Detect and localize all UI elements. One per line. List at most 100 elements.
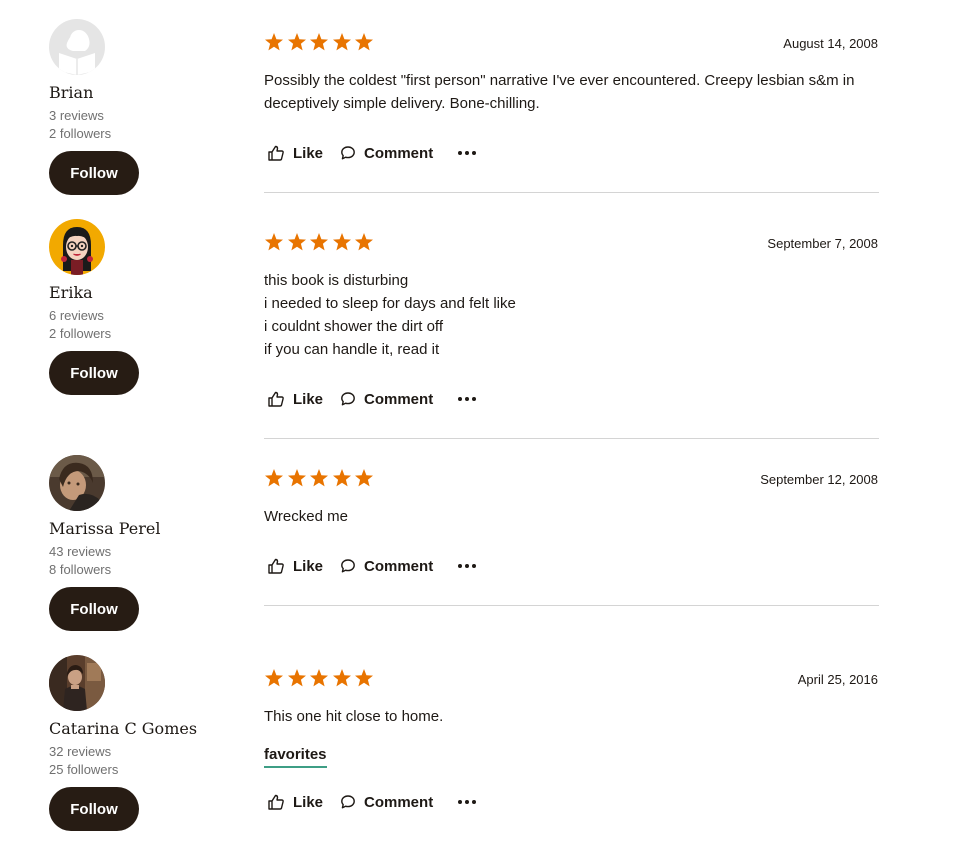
photo-avatar-icon	[49, 655, 105, 711]
like-button[interactable]: Like	[267, 390, 323, 408]
comment-label: Comment	[364, 390, 434, 408]
star-icon	[332, 468, 353, 488]
reviewer-review-count: 43 reviews	[49, 544, 112, 559]
review-date[interactable]: April 25, 2016	[798, 672, 878, 687]
reviewer-avatar[interactable]	[49, 219, 105, 275]
star-icon	[332, 668, 353, 688]
like-button[interactable]: Like	[267, 793, 323, 811]
reviewer-follower-count: 8 followers	[49, 562, 112, 577]
thumbs-up-icon	[268, 558, 284, 574]
star-icon	[354, 32, 375, 52]
follow-button[interactable]: Follow	[49, 787, 139, 831]
review-text: Possibly the coldest "first person" narr…	[264, 69, 879, 115]
more-options-button[interactable]	[457, 396, 477, 402]
photo-avatar-icon	[49, 455, 105, 511]
review-text-line: if you can handle it, read it	[264, 341, 440, 358]
review-text-line: This one hit close to home.	[264, 708, 444, 725]
like-label: Like	[293, 390, 324, 408]
like-button[interactable]: Like	[267, 557, 323, 575]
comment-button[interactable]: Comment	[340, 145, 433, 162]
comment-button[interactable]: Comment	[340, 391, 433, 408]
review-text: Wrecked me	[264, 505, 879, 528]
comment-icon	[341, 795, 355, 809]
review-text-line: Wrecked me	[264, 508, 348, 525]
review-date[interactable]: September 7, 2008	[767, 236, 878, 251]
star-icon	[354, 232, 375, 252]
star-rating	[264, 668, 375, 688]
more-icon	[458, 800, 477, 804]
reviewer-name[interactable]: Catarina C Gomes	[49, 719, 197, 738]
star-icon	[332, 32, 353, 52]
comment-label: Comment	[364, 557, 434, 575]
reviewer-review-count: 32 reviews	[49, 744, 112, 759]
cartoon-avatar-icon	[49, 219, 105, 275]
shelf-tag-favorites[interactable]: favorites	[264, 746, 327, 768]
comment-label: Comment	[364, 144, 434, 162]
reviewer-review-count: 3 reviews	[49, 108, 104, 123]
reviewer-avatar[interactable]	[49, 19, 105, 75]
comment-button[interactable]: Comment	[340, 794, 433, 811]
reviewer-follower-count: 2 followers	[49, 126, 112, 141]
review-actions: Like Comment	[264, 387, 477, 411]
like-label: Like	[293, 793, 324, 811]
review-divider	[264, 192, 879, 193]
thumbs-up-icon	[268, 145, 284, 161]
star-icon	[309, 468, 330, 488]
review-text: this book is disturbing i needed to slee…	[264, 269, 879, 361]
comment-icon	[341, 559, 355, 573]
more-icon	[458, 397, 477, 401]
review-text-line: Possibly the coldest "first person" narr…	[264, 72, 855, 112]
like-label: Like	[293, 557, 324, 575]
follow-button[interactable]: Follow	[49, 151, 139, 195]
reviewer-avatar[interactable]	[49, 455, 105, 511]
star-icon	[309, 232, 330, 252]
follow-button[interactable]: Follow	[49, 351, 139, 395]
more-options-button[interactable]	[457, 799, 477, 805]
star-icon	[287, 232, 308, 252]
star-icon	[264, 232, 285, 252]
star-icon	[264, 32, 285, 52]
reviewer-avatar[interactable]	[49, 655, 105, 711]
follow-button[interactable]: Follow	[49, 587, 139, 631]
review-divider	[264, 605, 879, 606]
review-divider	[264, 438, 879, 439]
review-text-line: i couldnt shower the dirt off	[264, 318, 443, 335]
more-icon	[458, 564, 477, 568]
review-actions: Like Comment	[264, 790, 477, 814]
review-date[interactable]: August 14, 2008	[783, 36, 878, 51]
star-icon	[332, 232, 353, 252]
star-icon	[287, 468, 308, 488]
more-options-button[interactable]	[457, 150, 477, 156]
comment-label: Comment	[364, 793, 434, 811]
star-icon	[354, 668, 375, 688]
star-icon	[309, 668, 330, 688]
default-reader-avatar-icon	[49, 19, 105, 75]
more-icon	[458, 151, 477, 155]
like-label: Like	[293, 144, 324, 162]
reviewer-name[interactable]: Marissa Perel	[49, 519, 160, 538]
star-rating	[264, 32, 375, 52]
review-text-line: this book is disturbing	[264, 272, 409, 289]
comment-icon	[341, 392, 355, 406]
reviewer-name[interactable]: Brian	[49, 83, 93, 102]
star-icon	[309, 32, 330, 52]
star-icon	[264, 468, 285, 488]
review-actions: Like Comment	[264, 554, 477, 578]
reviewer-follower-count: 25 followers	[49, 762, 119, 777]
thumbs-up-icon	[268, 391, 284, 407]
reviewer-review-count: 6 reviews	[49, 308, 104, 323]
like-button[interactable]: Like	[267, 144, 323, 162]
reviewer-name[interactable]: Erika	[49, 283, 93, 302]
review-text: This one hit close to home.	[264, 705, 879, 728]
reviewer-follower-count: 2 followers	[49, 326, 112, 341]
star-icon	[354, 468, 375, 488]
review-actions: Like Comment	[264, 141, 477, 165]
comment-button[interactable]: Comment	[340, 558, 433, 575]
review-text-line: i needed to sleep for days and felt like	[264, 295, 516, 312]
review-date[interactable]: September 12, 2008	[760, 472, 878, 487]
more-options-button[interactable]	[457, 563, 477, 569]
comment-icon	[341, 146, 355, 160]
star-rating	[264, 468, 375, 488]
thumbs-up-icon	[268, 794, 284, 810]
star-icon	[264, 668, 285, 688]
